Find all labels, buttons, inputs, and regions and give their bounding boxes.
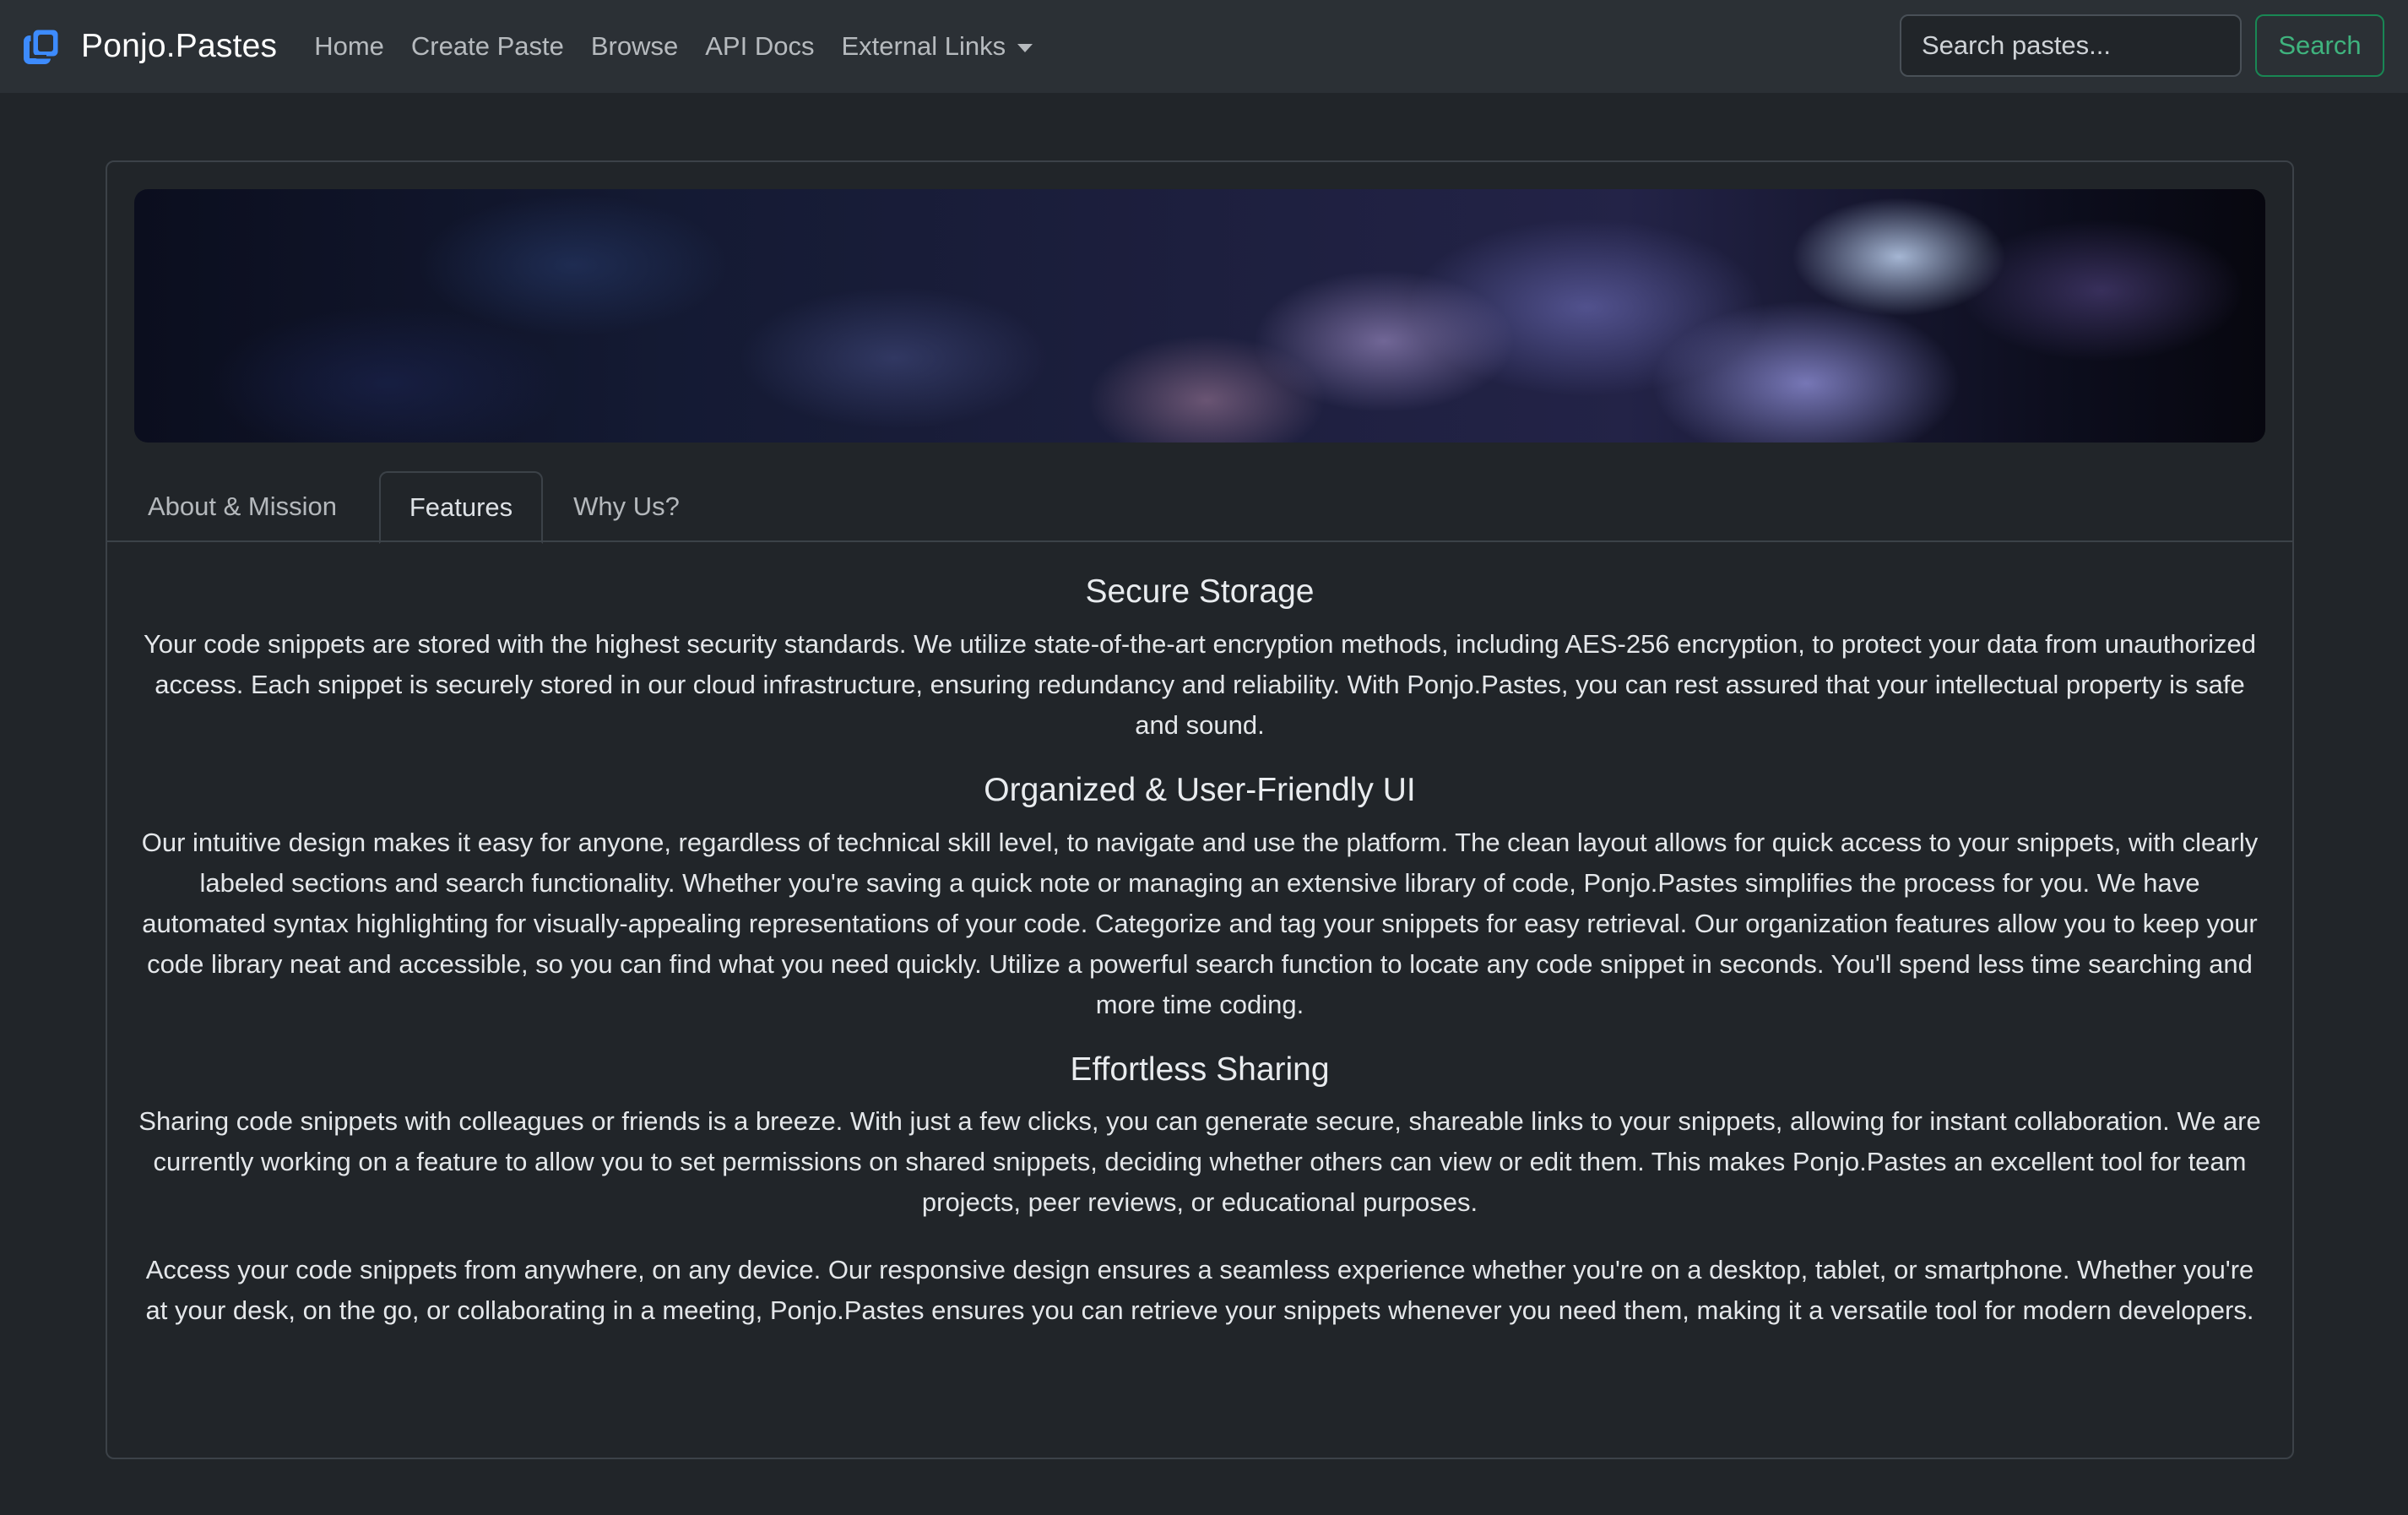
nav-link-api-docs[interactable]: API Docs (691, 31, 827, 62)
nav-link-create-paste[interactable]: Create Paste (398, 31, 578, 62)
tab-content-features: Secure Storage Your code snippets are st… (134, 573, 2265, 1331)
section-text-secure-storage: Your code snippets are stored with the h… (143, 628, 2257, 740)
nav-dropdown-external-links[interactable]: External Links (827, 31, 1046, 62)
tab-about-mission[interactable]: About & Mission (107, 471, 377, 542)
brand-name: Ponjo.Pastes (81, 28, 278, 64)
section-title-secure-storage: Secure Storage (1085, 573, 1315, 610)
tab-features[interactable]: Features (379, 471, 543, 544)
search-input[interactable] (1900, 14, 2242, 77)
section-text-effortless-sharing: Sharing code snippets with colleagues or… (138, 1106, 2261, 1218)
nav-link-browse[interactable]: Browse (578, 31, 691, 62)
paste-logo-icon (24, 27, 61, 64)
brand-link[interactable]: Ponjo.Pastes (20, 25, 277, 68)
navbar: Ponjo.Pastes Home Create Paste Browse AP… (0, 0, 2408, 93)
nav-link-home[interactable]: Home (301, 31, 398, 62)
tab-why-us[interactable]: Why Us? (543, 471, 710, 542)
section-text-user-friendly-ui: Our intuitive design makes it easy for a… (141, 827, 2259, 1019)
nav-dropdown-label: External Links (841, 31, 1006, 61)
banner-image (134, 189, 2265, 443)
section-title-effortless-sharing: Effortless Sharing (1070, 1051, 1330, 1088)
features-card: About & Mission Features Why Us? Secure … (106, 160, 2294, 1459)
tab-bar: About & Mission Features Why Us? (107, 471, 2292, 544)
section-text-access-anywhere: Access your code snippets from anywhere,… (145, 1255, 2254, 1326)
search-form: Search (1900, 14, 2384, 77)
search-button[interactable]: Search (2255, 14, 2384, 77)
nav-links: Home Create Paste Browse API Docs Extern… (301, 31, 1046, 62)
chevron-down-icon (1017, 44, 1033, 52)
section-title-user-friendly-ui: Organized & User-Friendly UI (984, 771, 1416, 808)
